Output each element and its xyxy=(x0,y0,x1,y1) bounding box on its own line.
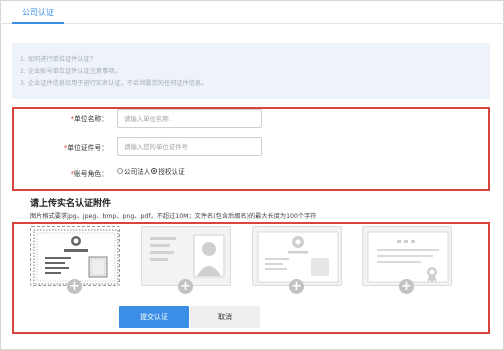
company-name-label: *单位名称： xyxy=(70,115,108,123)
notice-line-1: 1. 如何进行单位证件认证？ xyxy=(20,56,96,63)
cancel-button[interactable]: 取消 xyxy=(190,306,260,328)
upload-format-hint: 图片格式要求jpg、jpeg、bmp、png、pdf，不超过10M；文件名(包含… xyxy=(30,213,317,220)
upload-slot-business-license[interactable] xyxy=(30,226,120,286)
tab-company-certification[interactable]: 公司认证 xyxy=(12,4,64,24)
upload-slot-id-card[interactable] xyxy=(141,226,231,286)
tab-bar: 公司认证 xyxy=(0,0,504,24)
id-card-illustration xyxy=(150,234,225,278)
notice-line-3: 3. 企业证件信息仅用于进行实名认证，不会泄露您的任何证件信息。 xyxy=(20,80,208,87)
company-license-input[interactable] xyxy=(117,137,262,156)
add-authorization-letter-icon[interactable]: + xyxy=(399,279,414,294)
business-license-illustration xyxy=(33,229,119,285)
account-role-label: *账号角色： xyxy=(70,170,108,178)
submit-certification-button[interactable]: 提交认证 xyxy=(119,306,189,328)
radio-legal-person[interactable] xyxy=(117,168,123,174)
organization-code-illustration xyxy=(257,231,339,283)
company-license-label: *单位证件号： xyxy=(63,144,108,152)
add-organization-code-icon[interactable]: + xyxy=(289,279,304,294)
upload-slot-authorization-letter[interactable] xyxy=(362,226,452,286)
add-id-card-icon[interactable]: + xyxy=(178,279,193,294)
account-role-radio-group: 公司法人 授权认证 xyxy=(117,166,185,176)
radio-legal-person-label[interactable]: 公司法人 xyxy=(124,166,150,176)
upload-slot-organization-code[interactable] xyxy=(252,226,342,286)
radio-authorized[interactable] xyxy=(151,168,158,174)
company-name-input[interactable] xyxy=(117,109,262,128)
add-business-license-icon[interactable]: + xyxy=(67,279,82,294)
notice-line-2: 2. 企业账号单位证件认证注意事项。 xyxy=(20,68,121,75)
notice-panel: 1. 如何进行单位证件认证？ 2. 企业账号单位证件认证注意事项。 3. 企业证… xyxy=(12,43,490,99)
upload-section-title: 请上传实名认证附件 xyxy=(30,199,112,209)
radio-authorized-label[interactable]: 授权认证 xyxy=(158,166,184,176)
authorization-letter-illustration xyxy=(367,231,449,283)
